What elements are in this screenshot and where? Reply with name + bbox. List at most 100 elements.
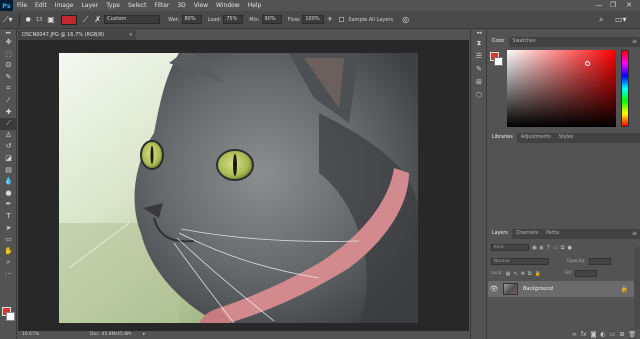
search-icon[interactable]: ⌕ xyxy=(596,11,606,29)
current-load-swatch[interactable] xyxy=(60,14,77,25)
tab-adjustments[interactable]: Adjustments xyxy=(517,133,555,143)
flow-field[interactable]: 100% xyxy=(302,15,325,24)
zoom-tool-icon[interactable]: ⌕ xyxy=(0,257,17,269)
lock-transparency-icon[interactable]: ▦ xyxy=(506,271,511,277)
path-select-tool-icon[interactable]: ➤ xyxy=(0,223,17,235)
filter-pixel-icon[interactable]: ▣ xyxy=(532,245,537,251)
clone-stamp-tool-icon[interactable]: ♙ xyxy=(0,130,17,142)
menu-help[interactable]: Help xyxy=(244,0,266,11)
more-tools-icon[interactable]: ··· xyxy=(0,269,17,281)
filter-type-icon[interactable]: T xyxy=(547,245,550,251)
adjustment-layer-icon[interactable]: ◐ xyxy=(600,331,605,338)
rectangle-tool-icon[interactable]: ▭ xyxy=(0,234,17,246)
layer-kind-filter[interactable]: Kind xyxy=(491,244,529,251)
new-layer-icon[interactable]: ⊞ xyxy=(619,331,624,338)
color-field[interactable] xyxy=(507,50,616,127)
layers-scrollbar[interactable] xyxy=(634,247,640,329)
restore-icon[interactable]: ❐ xyxy=(606,0,620,11)
add-mask-icon[interactable]: ◙ xyxy=(591,331,597,338)
lock-paint-icon[interactable]: ✎ xyxy=(514,271,518,277)
mixer-brush-tool-icon[interactable]: ⟋ xyxy=(0,118,17,130)
menu-view[interactable]: View xyxy=(190,0,212,11)
tab-styles[interactable]: Styles xyxy=(555,133,578,143)
layer-name[interactable]: Background xyxy=(523,286,553,292)
menu-filter[interactable]: Filter xyxy=(151,0,174,11)
panel-background-swatch[interactable] xyxy=(494,57,503,66)
filter-smart-icon[interactable]: ⧉ xyxy=(561,245,565,251)
delete-layer-icon[interactable]: 🗑 xyxy=(628,331,636,338)
sample-all-layers-checkbox[interactable] xyxy=(339,17,345,22)
collapse-icon[interactable]: ▸▸ xyxy=(0,29,17,37)
menu-select[interactable]: Select xyxy=(124,0,151,11)
lock-artboard-icon[interactable]: ⧉ xyxy=(528,271,532,277)
quick-select-tool-icon[interactable]: ✎ xyxy=(0,72,17,84)
lasso-tool-icon[interactable]: ʘ xyxy=(0,60,17,72)
pen-tool-icon[interactable]: ✒ xyxy=(0,199,17,211)
lock-move-icon[interactable]: ✥ xyxy=(521,271,525,277)
workspace-icon[interactable]: ▭▾ xyxy=(612,11,630,29)
tab-paths[interactable]: Paths xyxy=(542,229,563,239)
minimize-icon[interactable]: — xyxy=(592,0,606,11)
close-icon[interactable]: ✕ xyxy=(622,0,636,11)
blend-combo-select[interactable]: Custom xyxy=(104,15,161,24)
filter-toggle-icon[interactable]: ● xyxy=(567,245,571,251)
lock-all-icon[interactable]: 🔒 xyxy=(535,271,541,277)
panel-menu-icon[interactable]: ≡ xyxy=(632,37,637,47)
airbrush-icon[interactable]: ✈ xyxy=(324,11,335,29)
tab-swatches[interactable]: Swatches xyxy=(509,37,540,47)
clean-brush-icon[interactable]: ✗ xyxy=(91,11,104,29)
3d-panel-icon[interactable]: ⬡ xyxy=(471,89,487,102)
tab-libraries[interactable]: Libraries xyxy=(488,133,517,143)
hue-slider[interactable] xyxy=(621,50,629,127)
eraser-tool-icon[interactable]: ◪ xyxy=(0,153,17,165)
blend-mode-select[interactable]: Normal xyxy=(491,258,549,265)
menu-file[interactable]: File xyxy=(13,0,31,11)
filter-shape-icon[interactable]: ▭ xyxy=(553,245,558,251)
hand-tool-icon[interactable]: ✋ xyxy=(0,246,17,258)
cat-photo[interactable] xyxy=(59,53,418,323)
document-tab[interactable]: DSCN0047.JPG @ 16.7% (RGB/8) × xyxy=(18,30,136,40)
dodge-tool-icon[interactable]: ● xyxy=(0,188,17,200)
background-color-swatch[interactable] xyxy=(6,312,15,321)
healing-brush-tool-icon[interactable]: ✚ xyxy=(0,107,17,119)
history-brush-tool-icon[interactable]: ↺ xyxy=(0,141,17,153)
blur-tool-icon[interactable]: 💧 xyxy=(0,176,17,188)
load-field[interactable]: 75% xyxy=(223,15,244,24)
properties-panel-icon[interactable]: ☰ xyxy=(471,50,487,63)
brush-panel-icon[interactable]: ✎ xyxy=(471,63,487,76)
tab-color[interactable]: Color xyxy=(488,37,509,47)
tab-layers[interactable]: Layers xyxy=(488,229,512,239)
brush-preset-icon[interactable]: ● xyxy=(23,11,34,29)
panel-menu-icon[interactable]: ≡ xyxy=(632,229,637,239)
zoom-level[interactable]: 16.67% xyxy=(22,331,39,339)
menu-image[interactable]: Image xyxy=(51,0,78,11)
collapse-panels-icon[interactable]: ◂◂ xyxy=(471,29,487,37)
history-panel-icon[interactable]: ⧗ xyxy=(471,37,487,50)
move-tool-icon[interactable]: ✥ xyxy=(0,37,17,49)
menu-layer[interactable]: Layer xyxy=(77,0,102,11)
type-tool-icon[interactable]: T xyxy=(0,211,17,223)
visibility-eye-icon[interactable]: 👁 xyxy=(488,285,500,293)
menu-edit[interactable]: Edit xyxy=(31,0,51,11)
menu-type[interactable]: Type xyxy=(102,0,124,11)
brush-panel-icon[interactable]: ▣ xyxy=(44,11,58,29)
marquee-tool-icon[interactable]: ⬚ xyxy=(0,49,17,61)
mix-field[interactable]: 90% xyxy=(261,15,282,24)
color-picker-cursor[interactable] xyxy=(585,61,590,66)
layer-style-icon[interactable]: fx xyxy=(581,331,587,338)
close-document-icon[interactable]: × xyxy=(129,30,133,40)
new-group-icon[interactable]: ▭ xyxy=(610,331,616,338)
crop-tool-icon[interactable]: ⌗ xyxy=(0,83,17,95)
filter-adjust-icon[interactable]: ◐ xyxy=(540,245,544,251)
mixer-brush-tool-icon[interactable]: ⟋▾ xyxy=(0,11,16,29)
menu-window[interactable]: Window xyxy=(212,0,244,11)
pressure-icon[interactable]: ◎ xyxy=(399,11,412,29)
fill-field[interactable] xyxy=(575,270,598,277)
wet-field[interactable]: 80% xyxy=(181,15,202,24)
load-brush-icon[interactable]: ⟋ xyxy=(80,11,92,29)
brush-presets-icon[interactable]: ⊞ xyxy=(471,76,487,89)
link-layers-icon[interactable]: ∞ xyxy=(572,331,577,338)
tab-channels[interactable]: Channels xyxy=(512,229,542,239)
eyedropper-tool-icon[interactable]: ⁄ xyxy=(0,95,17,107)
status-arrow-icon[interactable]: ▸ xyxy=(143,331,145,339)
